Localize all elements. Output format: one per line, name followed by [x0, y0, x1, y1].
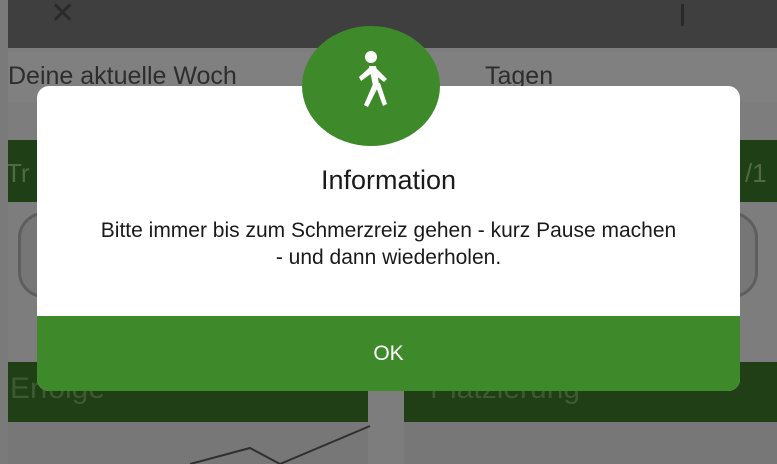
- walking-person-icon: [359, 51, 387, 107]
- screen-edge: [0, 0, 8, 464]
- dialog-title: Information: [320, 165, 457, 195]
- app-screen: ✕ Deine aktuelle Woch Tagen Tr /1 Erfolg…: [0, 0, 777, 464]
- app-logo-icon: ✕: [50, 0, 76, 30]
- top-bar-divider: [681, 4, 684, 26]
- dialog-icon-badge: [302, 26, 440, 146]
- training-header-label: Tr: [6, 158, 30, 188]
- progress-chart-graphic: [190, 425, 371, 464]
- ok-button[interactable]: OK: [37, 316, 740, 391]
- dialog-message: Bitte immer bis zum Schmerzreiz gehen - …: [100, 219, 677, 269]
- training-header-counter: /1: [745, 158, 767, 188]
- ranking-tile-body: [404, 422, 777, 464]
